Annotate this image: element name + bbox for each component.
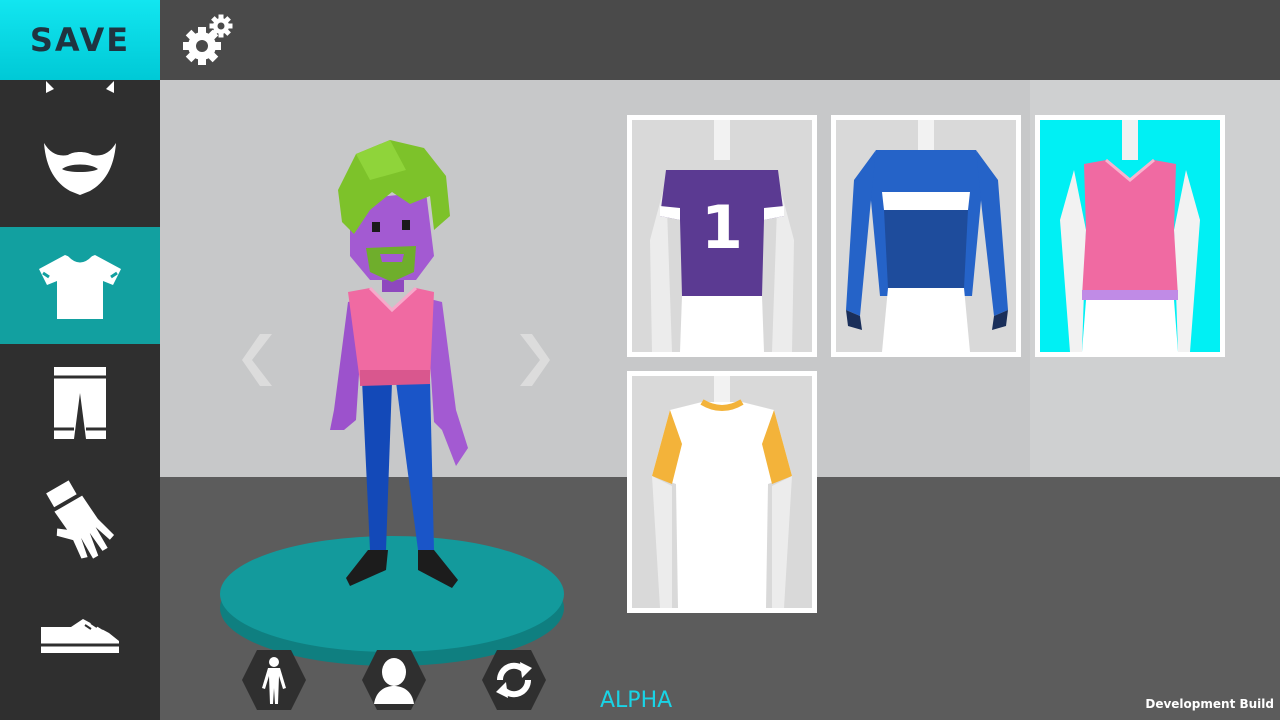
body-figure-icon xyxy=(242,650,306,710)
sidebar-item-shoes[interactable] xyxy=(0,578,160,695)
blue-long-sleeve-thumbnail xyxy=(846,120,1008,352)
top-option-white-yellow-tee[interactable] xyxy=(627,371,817,613)
shoe-icon xyxy=(41,618,119,653)
body-type-button[interactable] xyxy=(240,648,308,712)
gears-icon xyxy=(183,14,233,65)
refresh-icon xyxy=(482,650,546,710)
head-silhouette-icon xyxy=(362,650,426,710)
settings-button[interactable] xyxy=(180,12,236,68)
sidebar-item-shirt[interactable] xyxy=(0,227,160,344)
development-build-label: Development Build xyxy=(1145,697,1274,711)
save-button-label: SAVE xyxy=(29,21,131,59)
top-option-purple-jersey[interactable]: 1 xyxy=(627,115,817,357)
sidebar-item-beard[interactable] xyxy=(0,110,160,227)
pink-tank-top-thumbnail xyxy=(1060,120,1200,352)
top-bar xyxy=(160,0,1280,80)
shirt-icon xyxy=(39,253,121,319)
purple-jersey-thumbnail: 1 xyxy=(650,120,794,352)
avatar-preview[interactable] xyxy=(220,130,570,680)
top-option-blue-long-sleeve[interactable] xyxy=(831,115,1021,357)
beard-icon xyxy=(44,142,116,195)
category-sidebar xyxy=(0,80,160,720)
glove-icon xyxy=(46,479,115,559)
jersey-number: 1 xyxy=(701,193,743,263)
white-yellow-tee-thumbnail xyxy=(652,376,792,608)
shorts-icon xyxy=(54,366,106,439)
sidebar-item-pants[interactable] xyxy=(0,344,160,461)
character-editor-screen: SAVE 1 ALPHA Development Build xyxy=(0,0,1280,720)
top-option-pink-tank-top[interactable] xyxy=(1035,115,1225,357)
sidebar-item-gloves[interactable] xyxy=(0,461,160,578)
alpha-label: ALPHA xyxy=(600,688,673,713)
randomize-button[interactable] xyxy=(480,648,548,712)
head-button[interactable] xyxy=(360,648,428,712)
mustache-icon xyxy=(46,80,114,93)
